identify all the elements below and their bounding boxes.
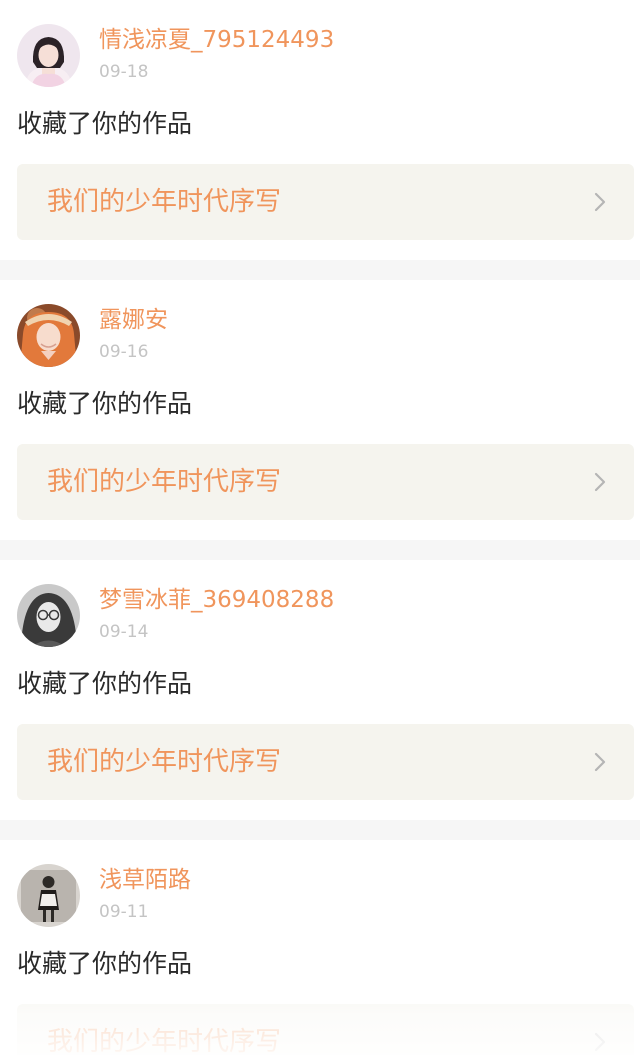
- work-title: 我们的少年时代序写: [47, 187, 282, 217]
- timestamp: 09-14: [99, 622, 149, 642]
- timestamp: 09-16: [99, 342, 149, 362]
- notification-feed: 情浅凉夏_795124493 09-18 收藏了你的作品 我们的少年时代序写 露…: [0, 0, 640, 1055]
- avatar-orange-hair-icon[interactable]: [17, 304, 80, 367]
- chevron-right-icon: [593, 752, 607, 772]
- notification-card: 情浅凉夏_795124493 09-18 收藏了你的作品 我们的少年时代序写: [0, 0, 640, 260]
- username[interactable]: 浅草陌路: [99, 864, 191, 896]
- action-text: 收藏了你的作品: [17, 389, 193, 418]
- work-link[interactable]: 我们的少年时代序写: [17, 724, 634, 800]
- notification-card: 梦雪冰菲_369408288 09-14 收藏了你的作品 我们的少年时代序写: [0, 560, 640, 820]
- work-title: 我们的少年时代序写: [47, 467, 282, 497]
- work-link[interactable]: 我们的少年时代序写: [17, 444, 634, 520]
- notification-card: 浅草陌路 09-11 收藏了你的作品 我们的少年时代序写: [0, 840, 640, 1055]
- timestamp: 09-18: [99, 62, 149, 82]
- notification-card: 露娜安 09-16 收藏了你的作品 我们的少年时代序写: [0, 280, 640, 540]
- action-text: 收藏了你的作品: [17, 109, 193, 138]
- avatar-girl-light-icon[interactable]: [17, 24, 80, 87]
- username[interactable]: 情浅凉夏_795124493: [99, 24, 334, 56]
- username[interactable]: 露娜安: [99, 304, 168, 336]
- timestamp: 09-11: [99, 902, 149, 922]
- username[interactable]: 梦雪冰菲_369408288: [99, 584, 334, 616]
- work-title: 我们的少年时代序写: [47, 747, 282, 777]
- avatar-glasses-icon[interactable]: [17, 584, 80, 647]
- chevron-right-icon: [593, 472, 607, 492]
- chevron-right-icon: [593, 1032, 607, 1052]
- work-link[interactable]: 我们的少年时代序写: [17, 1004, 634, 1055]
- avatar-standing-figure-icon[interactable]: [17, 864, 80, 927]
- action-text: 收藏了你的作品: [17, 669, 193, 698]
- action-text: 收藏了你的作品: [17, 949, 193, 978]
- work-title: 我们的少年时代序写: [47, 1027, 282, 1055]
- work-link[interactable]: 我们的少年时代序写: [17, 164, 634, 240]
- chevron-right-icon: [593, 192, 607, 212]
